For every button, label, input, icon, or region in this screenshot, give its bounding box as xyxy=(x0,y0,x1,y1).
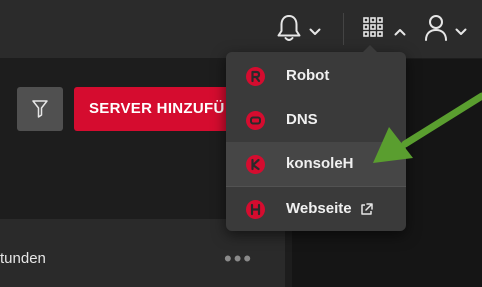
more-dots-icon[interactable]: ••• xyxy=(224,248,253,270)
external-link-icon xyxy=(360,203,373,221)
app-switcher-menu: Robot DNS konsoleH Webseite xyxy=(226,45,406,231)
chevron-up-icon[interactable] xyxy=(394,23,406,36)
menu-item-label: Robot xyxy=(286,67,330,84)
menu-item-robot[interactable]: Robot xyxy=(226,54,406,98)
menu-item-label: Webseite xyxy=(286,200,352,217)
filter-icon xyxy=(32,100,48,118)
menu-item-dns[interactable]: DNS xyxy=(226,98,406,142)
filter-button[interactable] xyxy=(17,87,63,131)
chevron-down-icon[interactable] xyxy=(455,23,467,35)
dns-logo-icon xyxy=(246,111,265,130)
menu-item-label: konsoleH xyxy=(286,155,354,172)
apps-grid-icon[interactable] xyxy=(363,17,383,37)
website-logo-icon xyxy=(246,200,265,219)
add-server-button[interactable]: SERVER HINZUFÜ xyxy=(74,87,234,131)
konsoleh-logo-icon xyxy=(246,155,265,174)
bell-icon[interactable] xyxy=(276,13,302,43)
chevron-down-icon[interactable] xyxy=(309,23,321,35)
robot-logo-icon xyxy=(246,67,265,86)
menu-item-label: DNS xyxy=(286,111,318,128)
menu-item-konsoleh[interactable]: konsoleH xyxy=(226,142,406,186)
menu-item-webseite[interactable]: Webseite xyxy=(226,187,406,231)
user-icon[interactable] xyxy=(424,14,448,42)
navbar-divider xyxy=(343,13,344,45)
server-row-text: tunden xyxy=(0,250,46,267)
top-navbar xyxy=(0,0,482,58)
